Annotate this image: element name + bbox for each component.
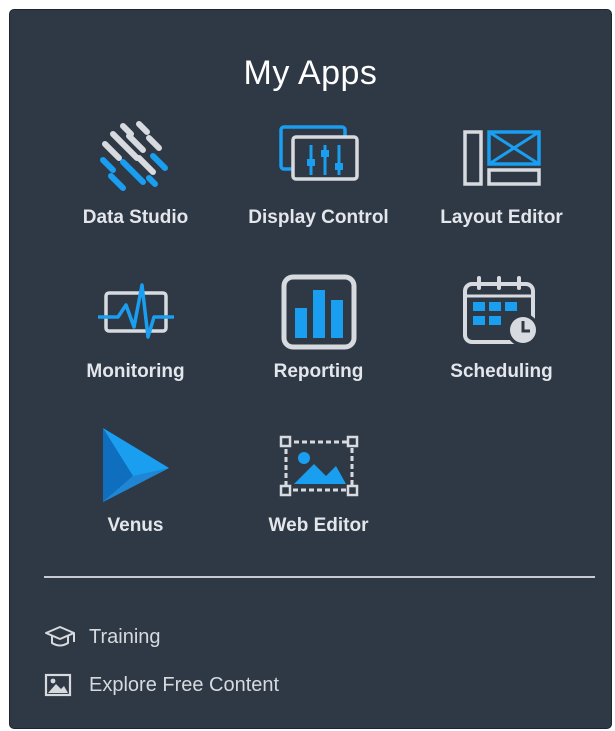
display-control-icon xyxy=(273,115,365,201)
app-label: Venus xyxy=(107,515,164,536)
secondary-links: Training Explore Free Content xyxy=(44,613,279,709)
web-editor-icon xyxy=(273,423,365,509)
app-reporting[interactable]: Reporting xyxy=(227,269,410,423)
my-apps-panel: My Apps Data Studio Display Control Layo… xyxy=(10,10,611,728)
app-label: Scheduling xyxy=(450,361,553,382)
training-link[interactable]: Training xyxy=(44,613,279,661)
reporting-icon xyxy=(273,269,365,355)
image-icon xyxy=(44,671,78,699)
app-scheduling[interactable]: Scheduling xyxy=(410,269,593,423)
panel-title: My Apps xyxy=(243,54,378,92)
app-label: Data Studio xyxy=(82,207,189,228)
venus-icon xyxy=(90,423,182,509)
app-monitoring[interactable]: Monitoring xyxy=(44,269,227,423)
app-display-control[interactable]: Display Control xyxy=(227,115,410,269)
data-studio-icon xyxy=(90,115,182,201)
scheduling-icon xyxy=(456,269,548,355)
app-web-editor[interactable]: Web Editor xyxy=(227,423,410,577)
explore-free-content-label: Explore Free Content xyxy=(89,673,280,696)
divider xyxy=(44,576,595,578)
app-data-studio[interactable]: Data Studio xyxy=(44,115,227,269)
training-label: Training xyxy=(89,625,161,648)
graduation-cap-icon xyxy=(44,623,78,651)
monitoring-icon xyxy=(90,269,182,355)
app-label: Web Editor xyxy=(268,515,369,536)
app-label: Layout Editor xyxy=(440,207,563,228)
explore-free-content-link[interactable]: Explore Free Content xyxy=(44,661,279,709)
app-venus[interactable]: Venus xyxy=(44,423,227,577)
app-label: Monitoring xyxy=(86,361,185,382)
layout-editor-icon xyxy=(456,115,548,201)
apps-grid: Data Studio Display Control Layout Edito… xyxy=(44,115,594,577)
app-label: Display Control xyxy=(248,207,389,228)
app-label: Reporting xyxy=(273,361,364,382)
app-layout-editor[interactable]: Layout Editor xyxy=(410,115,593,269)
